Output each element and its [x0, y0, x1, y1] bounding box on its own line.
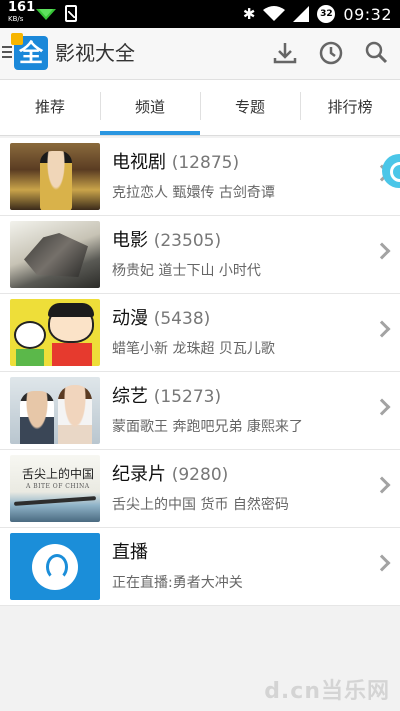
- channel-name: 直播: [112, 542, 148, 563]
- chevron-right-icon: [373, 242, 391, 260]
- app-title: 影视大全: [55, 41, 135, 65]
- channel-name: 电影: [112, 230, 148, 251]
- channel-subtitle: 杨贵妃 道士下山 小时代: [112, 263, 261, 279]
- channel-count: (9280): [171, 465, 229, 485]
- channel-subtitle: 蒙面歌王 奔跑吧兄弟 康熙来了: [112, 419, 303, 435]
- wifi-download-icon: [36, 9, 56, 20]
- channel-list: 电视剧 (12875) 克拉恋人 甄嬛传 古剑奇谭 电影 (23505) 杨贵妃…: [0, 138, 400, 606]
- channel-name: 动漫: [112, 308, 148, 329]
- channel-subtitle: 正在直播:勇者大冲关: [112, 575, 243, 591]
- tab-bar: 推荐 频道 专题 排行榜: [0, 80, 400, 136]
- channel-count: (15273): [153, 387, 222, 407]
- channel-row-anime[interactable]: 动漫 (5438) 蜡笔小新 龙珠超 贝瓦儿歌: [0, 294, 400, 372]
- channel-subtitle: 舌尖上的中国 货币 自然密码: [112, 497, 289, 513]
- tab-channels[interactable]: 频道: [100, 80, 200, 135]
- channel-name: 纪录片: [112, 464, 166, 485]
- channel-subtitle: 克拉恋人 甄嬛传 古剑奇谭: [112, 185, 275, 201]
- channel-subtitle: 蜡笔小新 龙珠超 贝瓦儿歌: [112, 341, 275, 357]
- chevron-right-icon: [373, 398, 391, 416]
- movie-thumbnail: [10, 221, 100, 288]
- channel-count: (12875): [171, 153, 240, 173]
- channel-count: (23505): [153, 231, 222, 251]
- tv-thumbnail: [10, 143, 100, 210]
- bluetooth-icon: ✱: [242, 5, 256, 23]
- channel-row-live[interactable]: 直播 正在直播:勇者大冲关: [0, 528, 400, 606]
- chevron-right-icon: [373, 554, 391, 572]
- channel-count: (5438): [153, 309, 211, 329]
- net-speed: 161 KB/s: [8, 0, 36, 24]
- channel-row-documentary[interactable]: 舌尖上的中国 A BITE OF CHINA 纪录片 (9280) 舌尖上的中国…: [0, 450, 400, 528]
- channel-name: 电视剧: [112, 152, 166, 173]
- history-icon[interactable]: [316, 38, 346, 68]
- status-bar: 161 KB/s ✱ 32 09:32: [0, 0, 400, 28]
- battery-icon: 32: [317, 5, 336, 23]
- net-speed-value: 161: [8, 0, 36, 15]
- tab-recommend[interactable]: 推荐: [0, 80, 100, 135]
- tab-topics[interactable]: 专题: [200, 80, 300, 135]
- channel-title: 电视剧 (12875): [112, 151, 239, 175]
- channel-title: 综艺 (15273): [112, 385, 221, 409]
- download-icon[interactable]: [270, 38, 300, 68]
- watermark: d.cn当乐网: [264, 679, 390, 704]
- app-logo[interactable]: 全: [11, 33, 48, 70]
- channel-name: 综艺: [112, 386, 148, 407]
- channel-title: 动漫 (5438): [112, 307, 210, 331]
- net-speed-unit: KB/s: [8, 15, 24, 23]
- chevron-right-icon: [373, 320, 391, 338]
- channel-row-tv[interactable]: 电视剧 (12875) 克拉恋人 甄嬛传 古剑奇谭: [0, 138, 400, 216]
- documentary-thumbnail: 舌尖上的中国 A BITE OF CHINA: [10, 455, 100, 522]
- tab-rankings[interactable]: 排行榜: [300, 80, 400, 135]
- search-icon[interactable]: [362, 38, 392, 68]
- floating-action-icon[interactable]: [382, 154, 400, 188]
- channel-title: 直播: [112, 541, 148, 565]
- wifi-icon: [263, 6, 286, 21]
- chevron-right-icon: [373, 476, 391, 494]
- clock: 09:32: [343, 4, 392, 24]
- menu-icon[interactable]: [2, 46, 12, 58]
- signal-icon: [293, 6, 310, 22]
- channel-title: 电影 (23505): [112, 229, 221, 253]
- channel-row-variety[interactable]: 综艺 (15273) 蒙面歌王 奔跑吧兄弟 康熙来了: [0, 372, 400, 450]
- channel-row-movie[interactable]: 电影 (23505) 杨贵妃 道士下山 小时代: [0, 216, 400, 294]
- anime-thumbnail: [10, 299, 100, 366]
- variety-thumbnail: [10, 377, 100, 444]
- live-thumbnail: [10, 533, 100, 600]
- action-bar: 全 影视大全: [0, 28, 400, 80]
- thumbnail-title: 舌尖上的中国: [22, 467, 95, 481]
- thumbnail-subtitle: A BITE OF CHINA: [26, 483, 90, 490]
- channel-title: 纪录片 (9280): [112, 463, 228, 487]
- file-icon: [65, 5, 77, 22]
